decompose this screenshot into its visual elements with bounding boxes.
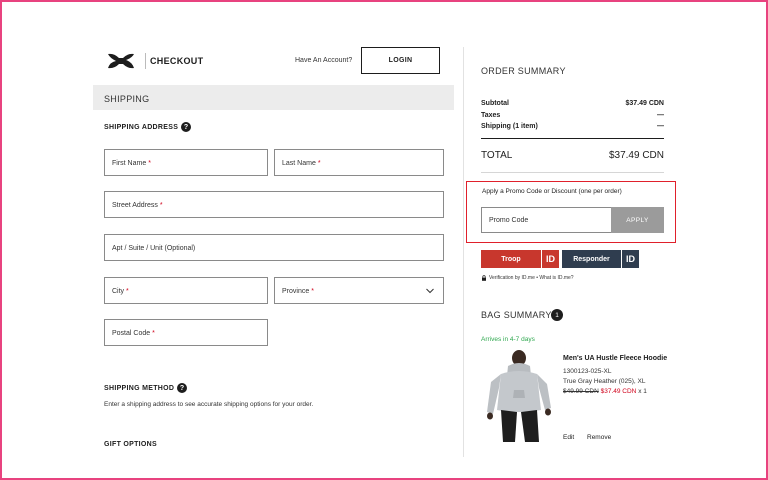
required-mark: * <box>311 288 314 295</box>
product-sku: 1300123-025-XL <box>563 368 612 375</box>
product-variant: True Gray Heather (025), XL <box>563 378 646 385</box>
under-armour-logo[interactable] <box>106 52 136 70</box>
shipping-cost-label: Shipping (1 item) <box>481 123 538 130</box>
login-button[interactable]: LOGIN <box>361 47 440 74</box>
order-summary-title: ORDER SUMMARY <box>481 66 566 76</box>
responder-id-badge[interactable]: ID <box>622 250 639 268</box>
bag-count-badge: 1 <box>551 309 563 321</box>
required-mark: * <box>126 288 129 295</box>
verification-text[interactable]: Verification by ID.me • What is ID.me? <box>489 275 574 281</box>
troop-id-button[interactable]: Troop <box>481 250 541 268</box>
checkout-title: CHECKOUT <box>150 56 204 66</box>
street-address-label: Street Address <box>112 202 158 209</box>
promo-code-input[interactable]: Promo Code <box>481 207 612 233</box>
required-mark: * <box>159 202 163 209</box>
required-mark: * <box>317 160 321 167</box>
product-image[interactable] <box>481 350 556 445</box>
shipping-method-title: SHIPPING METHOD <box>104 385 175 392</box>
apt-field[interactable]: Apt / Suite / Unit (Optional) <box>104 234 444 261</box>
subtotal-value: $37.49 CDN <box>625 100 664 107</box>
verification-note: Verification by ID.me • What is ID.me? <box>481 275 574 281</box>
postal-code-field[interactable]: Postal Code * <box>104 319 268 346</box>
header-separator <box>145 53 146 69</box>
shipping-cost-value: — <box>657 123 664 130</box>
product-name[interactable]: Men's UA Hustle Fleece Hoodie <box>563 355 667 362</box>
product-price: $49.99 CDN $37.49 CDN x 1 <box>563 388 647 395</box>
total-label: TOTAL <box>481 150 513 161</box>
help-icon[interactable]: ? <box>181 122 191 132</box>
shipping-section-header: SHIPPING <box>93 85 454 110</box>
shipping-section-label: SHIPPING <box>104 94 150 104</box>
shipping-address-title: SHIPPING ADDRESS <box>104 124 179 131</box>
bag-summary-title: BAG SUMMARY <box>481 310 552 320</box>
responder-id-button[interactable]: Responder <box>562 250 621 268</box>
city-label: City <box>112 288 125 295</box>
gift-options-title: GIFT OPTIONS <box>104 441 157 448</box>
promo-code-placeholder: Promo Code <box>489 217 529 224</box>
city-field[interactable]: City * <box>104 277 268 304</box>
summary-divider <box>481 172 664 173</box>
summary-divider <box>481 138 664 139</box>
taxes-value: — <box>657 112 664 119</box>
total-value: $37.49 CDN <box>608 150 664 161</box>
original-price: $49.99 CDN <box>563 388 599 395</box>
shipping-method-hint: Enter a shipping address to see accurate… <box>104 401 314 408</box>
last-name-field[interactable]: Last Name * <box>274 149 444 176</box>
required-mark: * <box>148 160 151 167</box>
delivery-estimate: Arrives in 4-7 days <box>481 336 535 343</box>
promo-hint: Apply a Promo Code or Discount (one per … <box>482 188 622 195</box>
province-select[interactable]: Province * <box>274 277 444 304</box>
apply-button[interactable]: APPLY <box>611 207 664 233</box>
quantity: x 1 <box>638 388 647 395</box>
first-name-label: First Name <box>112 160 147 167</box>
column-divider <box>463 47 464 457</box>
troop-id-badge[interactable]: ID <box>542 250 559 268</box>
required-mark: * <box>152 330 155 337</box>
apt-label: Apt / Suite / Unit (Optional) <box>112 245 196 252</box>
chevron-down-icon <box>426 288 434 294</box>
street-address-field[interactable]: Street Address * <box>104 191 444 218</box>
help-icon[interactable]: ? <box>177 383 187 393</box>
first-name-field[interactable]: First Name * <box>104 149 268 176</box>
postal-code-label: Postal Code <box>112 330 151 337</box>
taxes-label: Taxes <box>481 112 501 119</box>
last-name-label: Last Name <box>282 160 316 167</box>
sale-price: $37.49 CDN <box>600 388 637 395</box>
edit-link[interactable]: Edit <box>563 434 574 441</box>
province-label: Province <box>282 288 310 295</box>
subtotal-label: Subtotal <box>481 100 509 107</box>
remove-link[interactable]: Remove <box>587 434 611 441</box>
account-prompt: Have An Account? <box>295 57 353 64</box>
lock-icon <box>482 275 486 281</box>
